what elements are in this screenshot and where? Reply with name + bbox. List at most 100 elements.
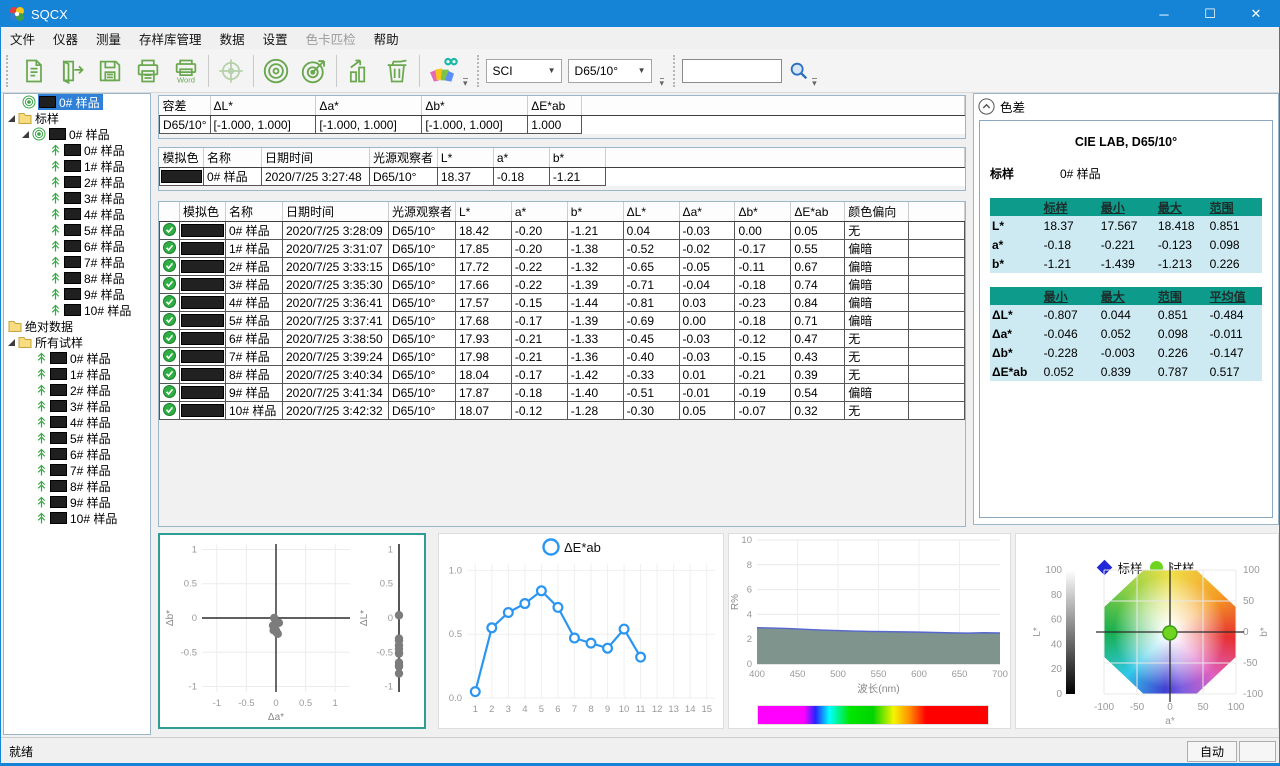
tree-item-19[interactable]: 3# 样品 (4, 398, 150, 414)
collapse-chevron-icon[interactable] (978, 98, 995, 115)
tree-item-16[interactable]: 0# 样品 (4, 350, 150, 366)
tree-expander-icon[interactable] (8, 115, 15, 122)
tree-item-3[interactable]: 0# 样品 (4, 142, 150, 158)
tree-item-9[interactable]: 6# 样品 (4, 238, 150, 254)
menu-item-0[interactable]: 文件 (1, 26, 44, 51)
tolerance-row[interactable]: D65/10°[-1.000, 1.000][-1.000, 1.000][-1… (160, 116, 965, 134)
column-header[interactable]: 名称 (225, 202, 282, 222)
column-header[interactable] (582, 96, 965, 116)
column-header[interactable]: 模拟色 (180, 202, 226, 222)
tree-expander-icon[interactable] (8, 339, 15, 346)
column-header[interactable]: Δb* (422, 96, 528, 116)
sample-row-3[interactable]: 3# 样品2020/7/25 3:35:30D65/10°17.66-0.22-… (160, 276, 965, 294)
tree-item-15[interactable]: 所有试样 (4, 334, 150, 350)
tree-item-20[interactable]: 4# 样品 (4, 414, 150, 430)
toolbar-print-button[interactable] (129, 52, 167, 90)
illuminant-dropdown[interactable]: D65/10° ▼ (568, 59, 652, 83)
toolbar-overflow-icon[interactable]: ▾ (463, 78, 468, 88)
column-header[interactable]: 日期时间 (282, 202, 388, 222)
toolbar-print-word-button[interactable]: Word (167, 52, 205, 90)
cielab-wheel-panel[interactable]: 标样 试样 100500-50-100-100-5005010010080604… (1015, 533, 1279, 729)
tree-item-14[interactable]: 绝对数据 (4, 318, 150, 334)
maximize-button[interactable]: ☐ (1187, 1, 1233, 27)
tree-item-22[interactable]: 6# 样品 (4, 446, 150, 462)
toolbar-calibrate-dim-button[interactable] (212, 52, 250, 90)
tree-item-5[interactable]: 2# 样品 (4, 174, 150, 190)
tree-item-26[interactable]: 10# 样品 (4, 510, 150, 526)
toolbar-trend-chart-button[interactable] (340, 52, 378, 90)
menu-item-7[interactable]: 帮助 (365, 26, 408, 51)
toolbar-overflow-icon[interactable]: ▾ (812, 78, 817, 88)
column-header[interactable]: 颜色偏向 (845, 202, 909, 222)
standard-row[interactable]: 0# 样品2020/7/25 3:27:48D65/10°18.37-0.18-… (160, 168, 965, 186)
sample-row-7[interactable]: 7# 样品2020/7/25 3:39:24D65/10°17.98-0.21-… (160, 348, 965, 366)
sample-row-4[interactable]: 4# 样品2020/7/25 3:36:41D65/10°17.57-0.15-… (160, 294, 965, 312)
sample-row-2[interactable]: 2# 样品2020/7/25 3:33:15D65/10°17.72-0.22-… (160, 258, 965, 276)
tree-item-0[interactable]: 0# 样品 (4, 94, 150, 110)
column-header[interactable]: 光源观察者 (388, 202, 455, 222)
tree-item-24[interactable]: 8# 样品 (4, 478, 150, 494)
column-header[interactable]: ΔL* (623, 202, 679, 222)
column-header[interactable]: 光源观察者 (369, 148, 437, 168)
column-header[interactable]: b* (549, 148, 605, 168)
column-header[interactable]: 模拟色 (160, 148, 204, 168)
column-header[interactable]: ΔE*ab (791, 202, 845, 222)
column-header[interactable] (909, 202, 965, 222)
tree-item-13[interactable]: 10# 样品 (4, 302, 150, 318)
sci-mode-dropdown[interactable]: SCI ▼ (486, 59, 562, 83)
delta-e-trend-panel[interactable]: 1234567891011121314150.00.51.0ΔE*ab (438, 533, 724, 729)
tree-expander-icon[interactable] (22, 131, 29, 138)
column-header[interactable]: L* (437, 148, 493, 168)
sample-row-0[interactable]: 0# 样品2020/7/25 3:28:09D65/10°18.42-0.20-… (160, 222, 965, 240)
auto-mode-indicator[interactable]: 自动 (1187, 741, 1237, 762)
tree-item-18[interactable]: 2# 样品 (4, 382, 150, 398)
tree-item-11[interactable]: 8# 样品 (4, 270, 150, 286)
column-header[interactable]: ΔE*ab (528, 96, 582, 116)
column-header[interactable]: 容差 (160, 96, 211, 116)
menu-item-2[interactable]: 测量 (87, 26, 130, 51)
sample-row-6[interactable]: 6# 样品2020/7/25 3:38:50D65/10°17.93-0.21-… (160, 330, 965, 348)
sample-row-8[interactable]: 8# 样品2020/7/25 3:40:34D65/10°18.04-0.17-… (160, 366, 965, 384)
menu-item-4[interactable]: 数据 (211, 26, 254, 51)
tree-item-7[interactable]: 4# 样品 (4, 206, 150, 222)
search-icon[interactable] (788, 60, 810, 82)
column-header[interactable] (160, 202, 180, 222)
spectral-panel[interactable]: 0246810400450500550600650700波长(nm)R% (728, 533, 1011, 729)
column-header[interactable]: 名称 (203, 148, 261, 168)
menu-item-3[interactable]: 存样库管理 (130, 26, 211, 51)
tree-item-23[interactable]: 7# 样品 (4, 462, 150, 478)
toolbar-save-button[interactable] (91, 52, 129, 90)
toolbar-measure-sample-button[interactable] (295, 52, 333, 90)
minimize-button[interactable]: ─ (1141, 1, 1187, 27)
column-header[interactable]: 日期时间 (261, 148, 369, 168)
tree-item-12[interactable]: 9# 样品 (4, 286, 150, 302)
tree-item-21[interactable]: 5# 样品 (4, 430, 150, 446)
tree-item-2[interactable]: 0# 样品 (4, 126, 150, 142)
toolbar-delete-button[interactable] (378, 52, 416, 90)
tree-item-17[interactable]: 1# 样品 (4, 366, 150, 382)
column-header[interactable]: ΔL* (210, 96, 316, 116)
menu-item-5[interactable]: 设置 (254, 26, 297, 51)
delta-scatter-panel[interactable]: -1-0.500.51-1-0.500.51Δa*Δb* -1-0.500.51… (158, 533, 426, 729)
sample-row-9[interactable]: 9# 样品2020/7/25 3:41:34D65/10°17.87-0.18-… (160, 384, 965, 402)
close-button[interactable]: ✕ (1233, 1, 1279, 27)
tree-item-8[interactable]: 5# 样品 (4, 222, 150, 238)
column-header[interactable] (605, 148, 964, 168)
toolbar-export-button[interactable] (53, 52, 91, 90)
tree-item-10[interactable]: 7# 样品 (4, 254, 150, 270)
sample-row-1[interactable]: 1# 样品2020/7/25 3:31:07D65/10°17.85-0.20-… (160, 240, 965, 258)
column-header[interactable]: a* (493, 148, 549, 168)
menu-item-1[interactable]: 仪器 (44, 26, 87, 51)
search-input[interactable] (682, 59, 782, 83)
toolbar-overflow-icon[interactable]: ▾ (660, 78, 665, 88)
tree-item-25[interactable]: 9# 样品 (4, 494, 150, 510)
toolbar-color-search-button[interactable] (423, 52, 461, 90)
toolbar-measure-standard-button[interactable] (257, 52, 295, 90)
column-header[interactable]: Δa* (679, 202, 735, 222)
column-header[interactable]: b* (567, 202, 623, 222)
toolbar-new-document-button[interactable] (15, 52, 53, 90)
tree-item-1[interactable]: 标样 (4, 110, 150, 126)
tree-item-4[interactable]: 1# 样品 (4, 158, 150, 174)
sample-row-5[interactable]: 5# 样品2020/7/25 3:37:41D65/10°17.68-0.17-… (160, 312, 965, 330)
column-header[interactable]: Δb* (735, 202, 791, 222)
